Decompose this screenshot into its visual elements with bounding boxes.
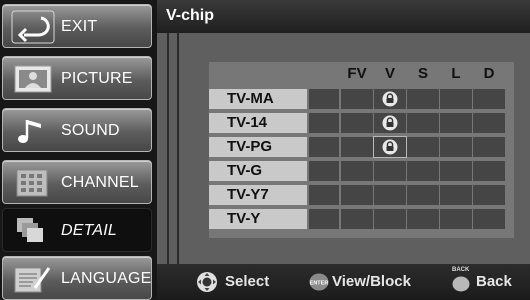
menu-item-label: CHANNEL: [61, 174, 139, 191]
rating-cell[interactable]: [407, 89, 439, 109]
rating-cell[interactable]: [341, 161, 373, 181]
enter-button-icon: ENTER: [309, 273, 329, 291]
detail-pages-icon: [17, 218, 43, 242]
menu-item-picture[interactable]: PICTURE: [2, 56, 152, 100]
vchip-panel: V-chip FV V S L D TV-MA TV-14 TV-PG TV-G…: [157, 0, 530, 299]
column-header: V: [384, 65, 395, 82]
rating-cell[interactable]: [473, 137, 505, 157]
column-header: L: [451, 65, 461, 82]
rating-cell[interactable]: [473, 209, 505, 229]
rating-cell[interactable]: [341, 209, 373, 229]
rating-cell[interactable]: [440, 185, 472, 205]
lock-icon: [382, 139, 398, 155]
rating-cell[interactable]: [440, 89, 472, 109]
select-hint: Select: [225, 273, 270, 290]
enter-key-label: ENTER: [310, 281, 329, 287]
lock-icon: [382, 115, 398, 131]
menu-item-label: EXIT: [61, 18, 98, 35]
rating-cell[interactable]: [341, 113, 373, 133]
column-header: D: [483, 65, 495, 82]
language-document-icon: [14, 267, 51, 293]
rating-label: TV-14: [209, 113, 307, 133]
rating-cell[interactable]: [407, 185, 439, 205]
back-hint: Back: [476, 273, 512, 290]
exit-arrow-icon: [11, 10, 55, 44]
rating-cell[interactable]: [473, 185, 505, 205]
column-header: S: [417, 65, 428, 82]
rating-label: TV-Y: [209, 209, 307, 229]
rating-cell[interactable]: [473, 161, 505, 181]
rating-cell[interactable]: [341, 89, 373, 109]
column-header: FV: [347, 65, 367, 82]
menu-item-language[interactable]: LANGUAGE: [2, 256, 152, 300]
hint-bar: Select ENTER View/Block BACK Back: [157, 264, 530, 299]
rating-cell[interactable]: [309, 185, 339, 205]
channel-grid-icon: [16, 169, 48, 197]
music-note-icon: [18, 120, 41, 143]
rating-cell[interactable]: [440, 113, 472, 133]
rating-cell[interactable]: [407, 113, 439, 133]
rating-cell[interactable]: [440, 137, 472, 157]
page-title: V-chip: [166, 7, 215, 24]
rating-cell[interactable]: [374, 161, 406, 181]
menu-sidebar: EXIT PICTURE SOUND CHANNEL DETAIL LANGUA…: [0, 0, 157, 300]
rating-cell[interactable]: [341, 185, 373, 205]
rating-cell[interactable]: [407, 137, 439, 157]
rating-cell[interactable]: [374, 113, 406, 133]
rating-grid: FV V S L D TV-MA TV-14 TV-PG TV-G TV-Y7 …: [209, 62, 514, 238]
rating-cell[interactable]: [309, 137, 339, 157]
rating-label: TV-G: [209, 161, 307, 181]
divider: [177, 33, 179, 268]
rating-cell[interactable]: [407, 209, 439, 229]
rating-cell[interactable]: [473, 89, 505, 109]
back-button-icon: [452, 276, 470, 292]
rating-cell[interactable]: [309, 209, 339, 229]
menu-item-channel[interactable]: CHANNEL: [2, 160, 152, 204]
menu-item-label: DETAIL: [61, 222, 118, 239]
menu-item-exit[interactable]: EXIT: [2, 4, 152, 48]
rating-cell[interactable]: [309, 161, 339, 181]
divider: [167, 33, 169, 268]
rating-cell[interactable]: [374, 89, 406, 109]
picture-icon: [14, 65, 52, 93]
menu-item-sound[interactable]: SOUND: [2, 108, 152, 152]
rating-cell-selected[interactable]: [373, 136, 407, 158]
rating-label: TV-MA: [209, 89, 307, 109]
menu-item-label: SOUND: [61, 122, 120, 139]
rating-cell[interactable]: [374, 185, 406, 205]
dpad-select-icon: [197, 272, 217, 292]
title-bar: V-chip: [157, 0, 530, 33]
rating-cell[interactable]: [341, 137, 373, 157]
rating-cell[interactable]: [309, 89, 339, 109]
menu-item-label: PICTURE: [61, 70, 133, 87]
rating-label: TV-Y7: [209, 185, 307, 205]
lock-icon: [382, 91, 398, 107]
rating-label: TV-PG: [209, 137, 307, 157]
back-key-label: BACK: [452, 267, 470, 273]
rating-cell[interactable]: [473, 113, 505, 133]
menu-item-detail[interactable]: DETAIL: [2, 208, 152, 252]
rating-cell[interactable]: [440, 161, 472, 181]
viewblock-hint: View/Block: [332, 273, 411, 290]
rating-cell[interactable]: [374, 209, 406, 229]
rating-cell[interactable]: [309, 113, 339, 133]
menu-item-label: LANGUAGE: [61, 270, 152, 287]
rating-cell[interactable]: [407, 161, 439, 181]
vchip-screen: EXIT PICTURE SOUND CHANNEL DETAIL LANGUA…: [0, 0, 530, 300]
rating-cell[interactable]: [440, 209, 472, 229]
